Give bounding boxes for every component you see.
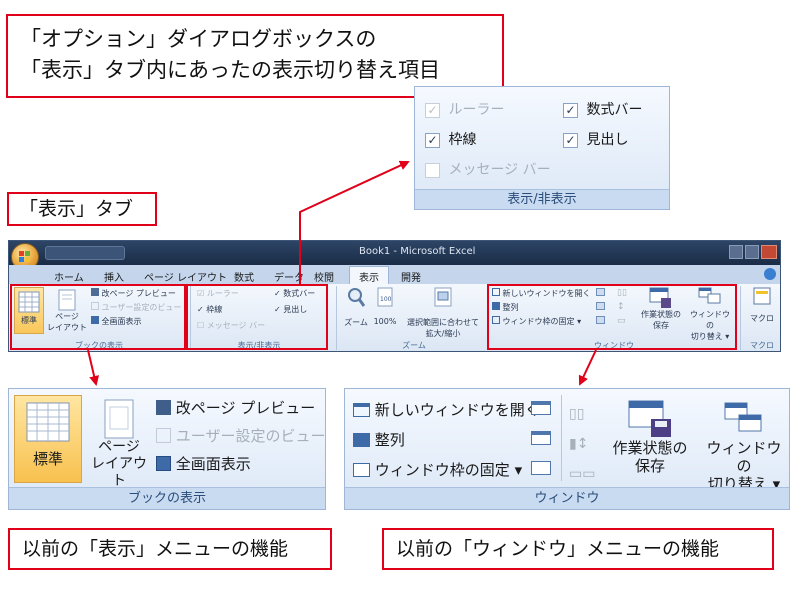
arrow-show-hide <box>299 160 410 284</box>
arrow-window <box>578 349 597 386</box>
annotation-arrows <box>87 160 597 386</box>
arrow-book-view <box>87 349 100 386</box>
